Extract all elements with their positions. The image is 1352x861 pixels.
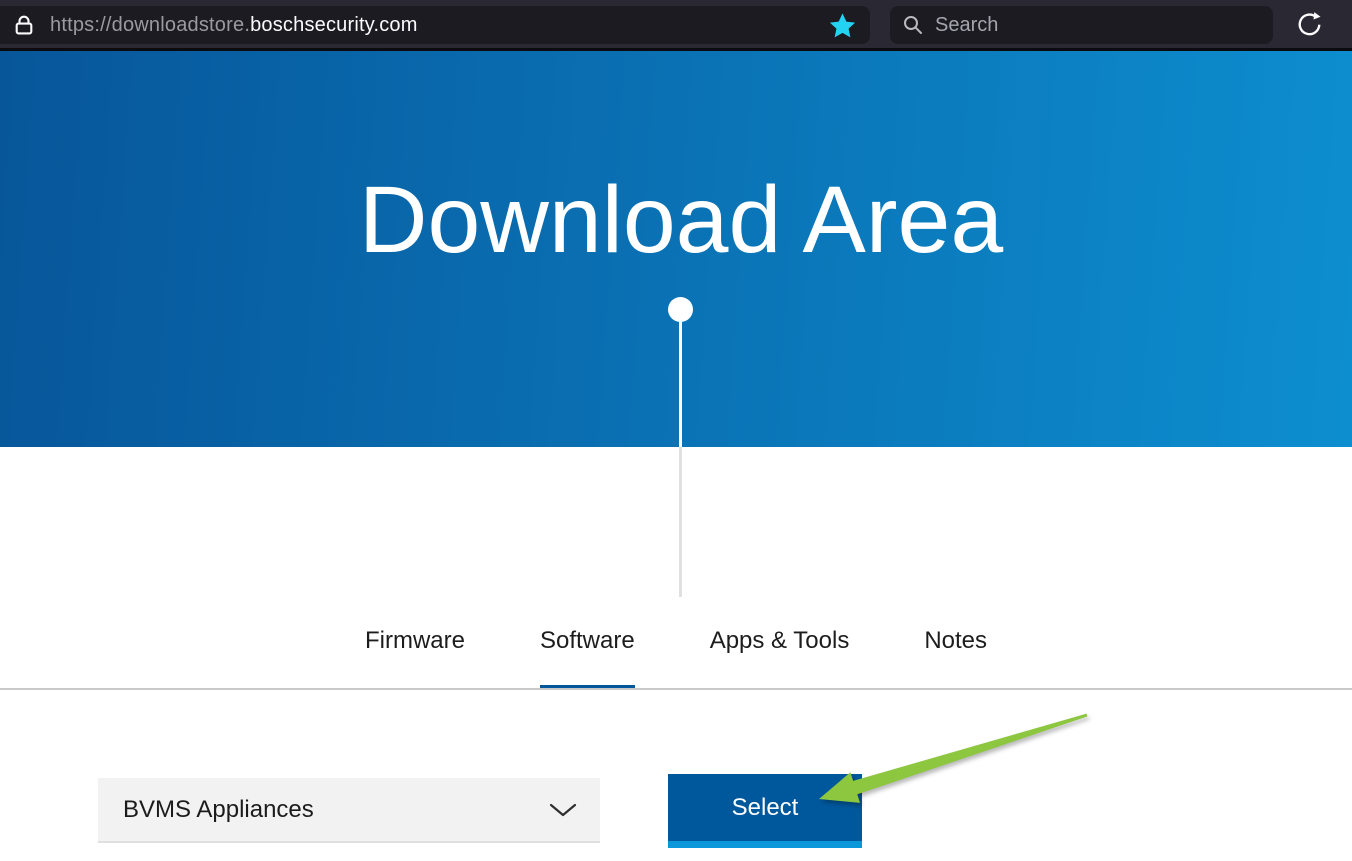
tabs-divider — [0, 688, 1352, 690]
tab-firmware[interactable]: Firmware — [365, 627, 465, 689]
lock-icon — [12, 13, 36, 37]
page: https://downloadstore.boschsecurity.com … — [0, 0, 1352, 861]
dropdown-selected-value: BVMS Appliances — [123, 795, 314, 823]
search-icon — [904, 16, 922, 34]
page-title: Download Area — [358, 167, 1004, 273]
timeline-line-lower — [679, 447, 682, 597]
bookmark-star-icon[interactable] — [829, 12, 856, 39]
search-input[interactable] — [933, 12, 1237, 38]
url-domain: boschsecurity.com — [250, 13, 418, 36]
select-button-accent-bar — [668, 841, 862, 848]
browser-toolbar: https://downloadstore.boschsecurity.com — [0, 0, 1352, 51]
address-bar[interactable]: https://downloadstore.boschsecurity.com — [0, 6, 870, 44]
url-text: https://downloadstore.boschsecurity.com — [50, 14, 418, 37]
chevron-down-icon — [549, 803, 577, 816]
select-button[interactable]: Select — [668, 774, 862, 841]
reload-icon[interactable] — [1296, 11, 1323, 43]
hero-banner: Download Area — [0, 51, 1352, 447]
timeline-line — [679, 321, 682, 447]
tab-software[interactable]: Software — [539, 627, 635, 689]
timeline-dot — [668, 297, 693, 322]
category-tabs: Firmware Software Apps & Tools Notes — [0, 627, 1352, 689]
tab-apps-tools[interactable]: Apps & Tools — [710, 627, 850, 689]
url-prefix: https://downloadstore. — [50, 13, 251, 36]
tab-notes[interactable]: Notes — [924, 627, 987, 689]
search-bar[interactable] — [890, 6, 1273, 44]
product-family-dropdown[interactable]: BVMS Appliances — [98, 778, 600, 843]
